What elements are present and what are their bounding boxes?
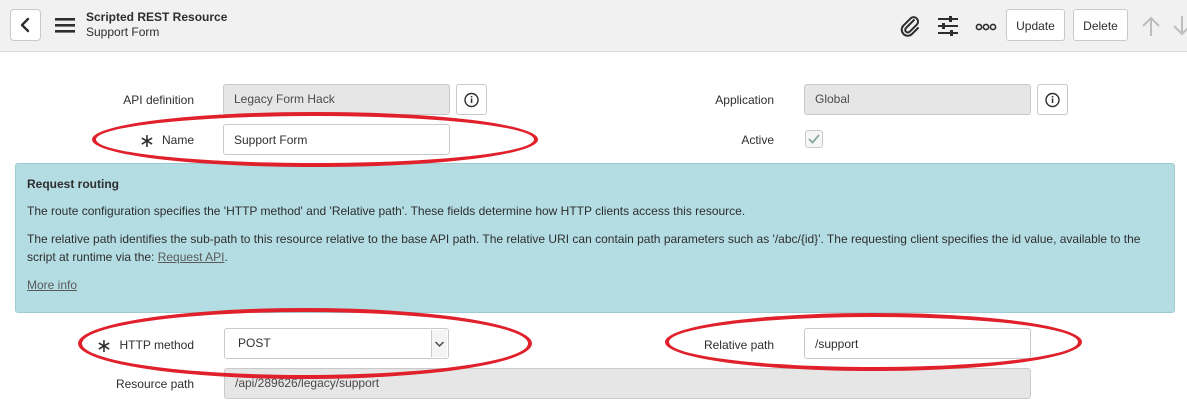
application-info-button[interactable] [1037,84,1068,115]
menu-icon [55,18,75,33]
request-routing-paragraph-1: The route configuration specifies the 'H… [27,204,746,218]
arrow-up-icon [1142,16,1160,36]
delete-button[interactable]: Delete [1073,9,1128,41]
application-field[interactable]: Global [804,84,1031,115]
previous-record-button[interactable] [1141,15,1161,37]
application-label: Application [715,93,774,107]
update-button[interactable]: Update [1006,9,1065,41]
resource-path-field[interactable]: /api/289626/legacy/support [224,368,1031,399]
api-definition-label: API definition [123,93,194,107]
form-header: Scripted REST Resource Support Form Upda… [0,0,1187,52]
personalize-form-button[interactable] [937,15,959,37]
request-routing-paragraph-2-line-1: The relative path identifies the sub-pat… [27,232,1141,246]
header-title: Scripted REST Resource [86,10,228,24]
name-label: Name [161,133,194,147]
header-subtitle: Support Form [86,25,160,39]
info-icon [464,92,479,108]
name-input[interactable] [223,124,450,155]
request-routing-period: . [224,250,228,264]
relative-path-input[interactable] [804,328,1031,359]
request-routing-info-box: Request routing The route configuration … [15,163,1175,313]
api-definition-info-button[interactable] [456,84,487,115]
attachment-button[interactable] [899,15,921,37]
relative-path-label: Relative path [703,338,774,352]
checkmark-icon [808,134,820,144]
request-routing-paragraph-2-line-2: script at runtime via the: Request API. [27,248,228,266]
active-label: Active [741,133,774,147]
back-icon [20,17,30,33]
more-info-link-row: More info [27,276,77,294]
more-icon [975,23,997,31]
back-button[interactable] [10,9,41,41]
http-method-value: POST [238,336,271,350]
arrow-down-icon [1173,16,1187,36]
more-info-link[interactable]: More info [27,278,77,292]
menu-button[interactable] [55,17,75,33]
http-method-label: HTTP method [119,338,194,352]
header-title-block: Scripted REST Resource Support Form [86,10,227,40]
http-method-select[interactable]: POST [224,328,449,359]
resource-path-label: Resource path [115,377,194,391]
chevron-down-icon [434,341,445,348]
request-routing-text: script at runtime via the: [27,250,158,264]
next-record-button[interactable] [1172,15,1187,37]
active-checkbox[interactable] [805,130,823,148]
sliders-icon [938,16,958,36]
more-options-button[interactable] [975,15,997,37]
request-api-link[interactable]: Request API [158,250,225,264]
info-icon [1045,92,1060,108]
http-method-dropdown-toggle[interactable] [431,330,447,357]
request-routing-heading: Request routing [27,177,119,191]
api-definition-field[interactable]: Legacy Form Hack [223,84,450,115]
paperclip-icon [900,16,920,37]
